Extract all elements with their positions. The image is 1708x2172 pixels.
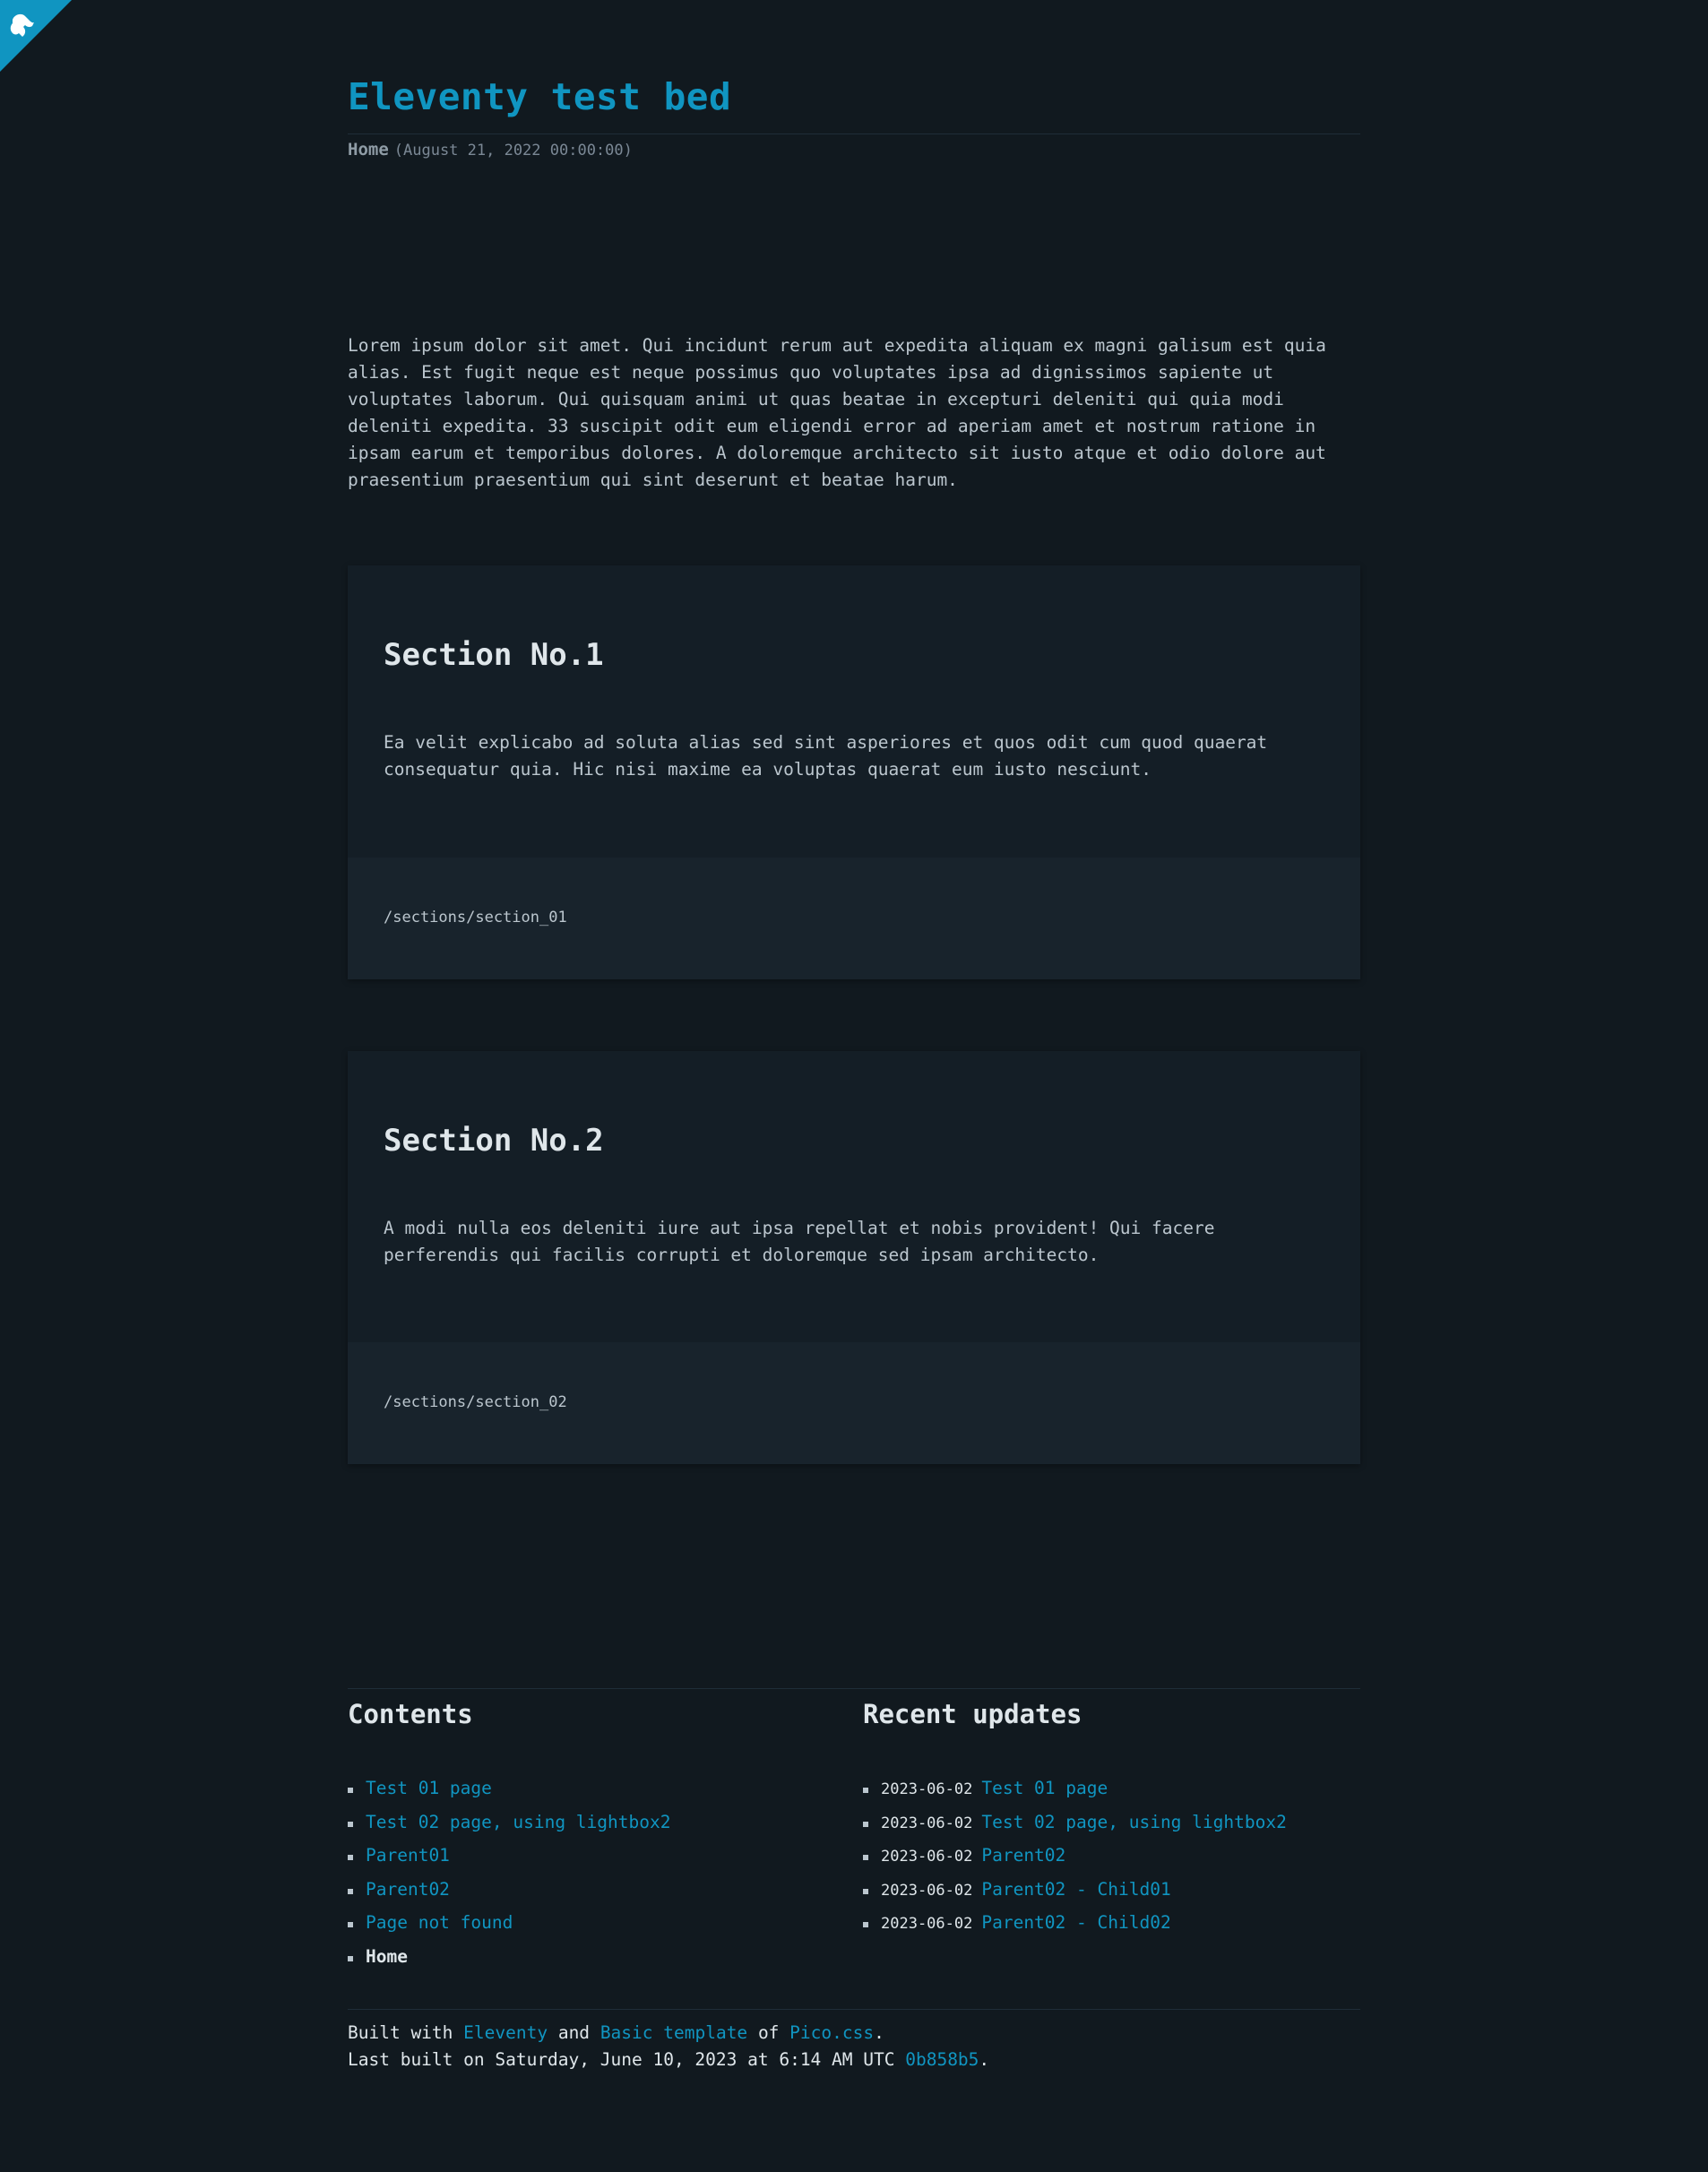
footer-text: and [557,2022,591,2043]
contents-link-test01[interactable]: Test 01 page [366,1778,492,1798]
breadcrumb-current: Home [348,140,389,159]
section-card-1: Section No.1 Ea velit explicabo ad solut… [348,565,1360,979]
list-item: 2023-06-02 Test 02 page, using lightbox2 [863,1812,1287,1846]
intro-paragraph: Lorem ipsum dolor sit amet. Qui incidunt… [348,335,1326,490]
list-item: 2023-06-02 Parent02 [863,1845,1287,1879]
section-body: A modi nulla eos deleniti iure aut ipsa … [384,1218,1215,1265]
footer-divider [348,2009,1360,2010]
section-footer: /sections/section_02 [348,1342,1360,1464]
recent-link-child02[interactable]: Parent02 - Child02 [981,1912,1170,1933]
recent-updates-list: 2023-06-02 Test 01 page 2023-06-02 Test 02… [863,1778,1287,1946]
site-footer: Built with Eleventy and Basic template o… [348,2020,989,2073]
footer-text: . [979,2049,990,2070]
list-item: Test 02 page, using lightbox2 [348,1812,670,1846]
list-item: Parent01 [348,1845,670,1879]
section-body: Ea velit explicabo ad soluta alias sed s… [384,732,1268,780]
section-path: /sections/section_02 [384,1393,567,1411]
footer-text: Built with [348,2022,453,2043]
contents-link-parent01[interactable]: Parent01 [366,1845,450,1866]
commit-link[interactable]: 0b858b5 [905,2049,979,2070]
update-date: 2023-06-02 [881,1814,973,1832]
list-item: 2023-06-02 Parent02 - Child01 [863,1879,1287,1913]
section-footer: /sections/section_01 [348,858,1360,979]
section-title: Section No.1 [384,637,604,673]
update-date: 2023-06-02 [881,1780,973,1798]
contents-section: Contents Test 01 page Test 02 page, usin… [348,1699,850,1967]
site-title[interactable]: Eleventy test bed [348,75,731,118]
contents-link-parent02[interactable]: Parent02 [366,1879,450,1900]
basic-template-link[interactable]: Basic template [600,2022,747,2043]
update-date: 2023-06-02 [881,1881,973,1900]
pico-css-link[interactable]: Pico.css [789,2022,874,2043]
list-item: Parent02 [348,1879,670,1913]
section-path: /sections/section_01 [384,909,567,927]
recent-link-test02[interactable]: Test 02 page, using lightbox2 [981,1812,1286,1832]
footer-text: of [757,2022,780,2043]
list-item: 2023-06-02 Parent02 - Child02 [863,1912,1287,1946]
contents-current-home: Home [366,1945,408,1967]
footer-text: . [874,2022,884,2043]
last-built-text: Last built on Saturday, June 10, 2023 at… [348,2049,895,2070]
section-title: Section No.2 [384,1123,604,1159]
recent-updates-section: Recent updates 2023-06-02 Test 01 page 20… [863,1699,1360,1933]
built-with-line: Built with Eleventy and Basic template o… [348,2020,989,2047]
update-date: 2023-06-02 [881,1915,973,1933]
section-card-2: Section No.2 A modi nulla eos deleniti i… [348,1051,1360,1464]
list-item: Test 01 page [348,1778,670,1812]
eleventy-link[interactable]: Eleventy [463,2022,548,2043]
recent-link-child01[interactable]: Parent02 - Child01 [981,1879,1170,1900]
contents-link-test02[interactable]: Test 02 page, using lightbox2 [366,1812,670,1832]
contents-list: Test 01 page Test 02 page, using lightbo… [348,1778,670,1979]
update-date: 2023-06-02 [881,1848,973,1866]
contents-heading: Contents [348,1699,473,1729]
recent-link-parent02[interactable]: Parent02 [981,1845,1065,1866]
contents-link-not-found[interactable]: Page not found [366,1912,513,1933]
github-corner-icon[interactable] [0,0,72,72]
contents-divider [348,1688,1360,1689]
breadcrumb: Home (August 21, 2022 00:00:00) [348,140,633,159]
last-built-line: Last built on Saturday, June 10, 2023 at… [348,2047,989,2073]
page-date: (August 21, 2022 00:00:00) [393,142,633,159]
list-item: Home [348,1946,670,1980]
recent-updates-heading: Recent updates [863,1699,1083,1729]
list-item: Page not found [348,1912,670,1946]
list-item: 2023-06-02 Test 01 page [863,1778,1287,1812]
recent-link-test01[interactable]: Test 01 page [981,1778,1108,1798]
